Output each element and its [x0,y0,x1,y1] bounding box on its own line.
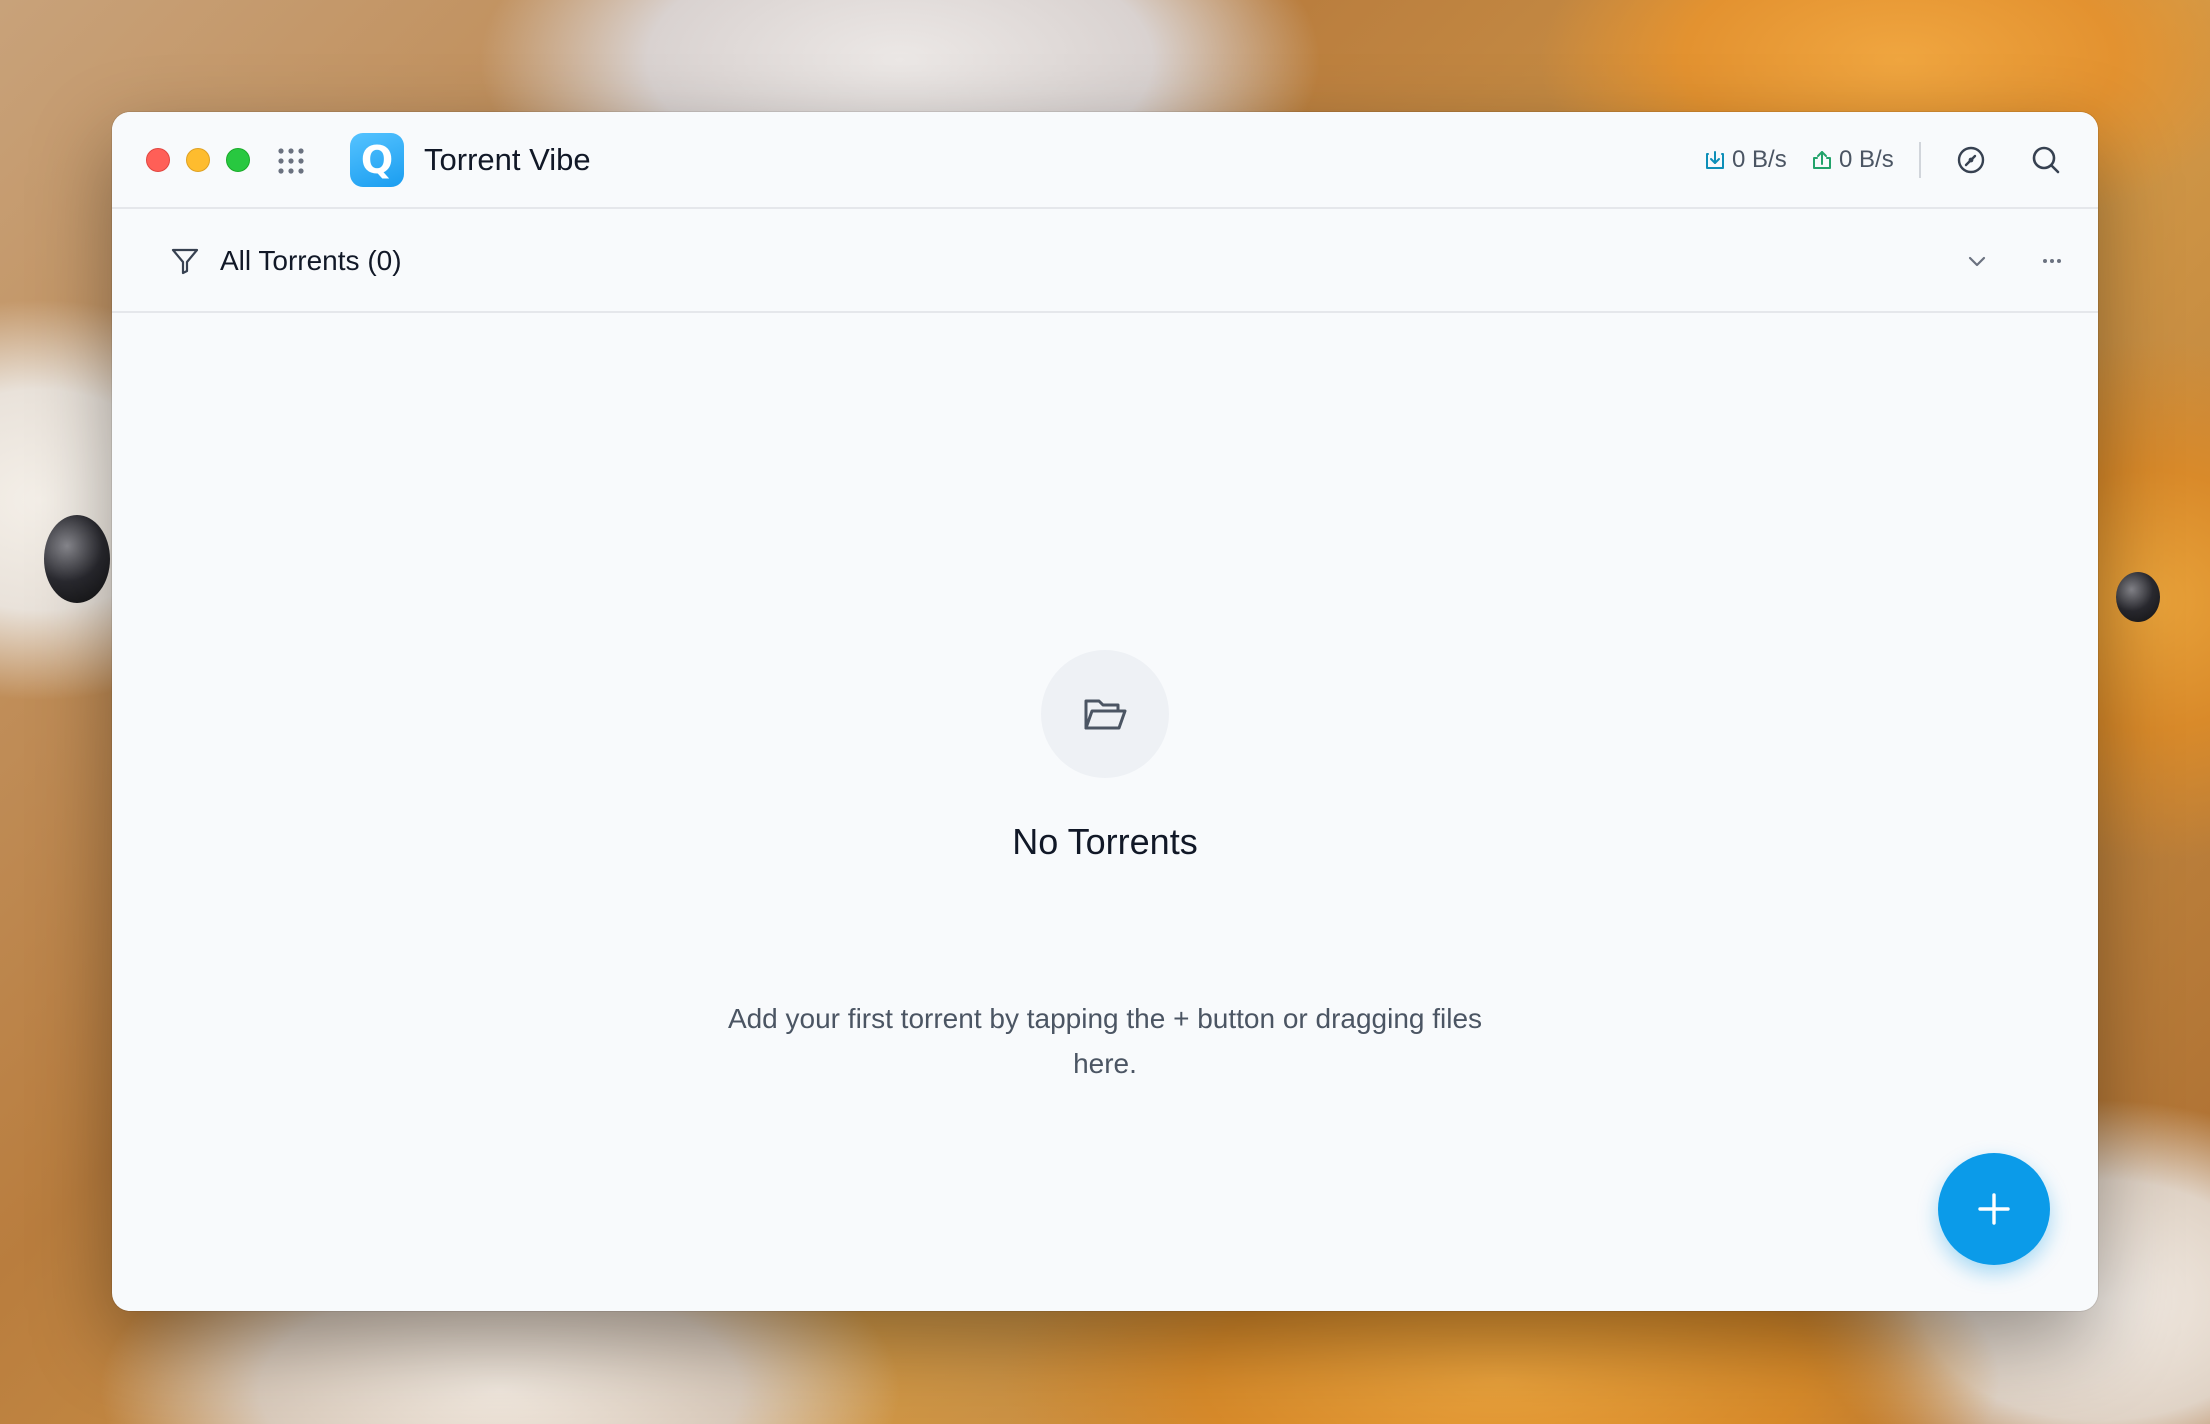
plus-icon [1978,1193,2010,1225]
apps-grid-icon[interactable] [276,146,306,176]
filter-label[interactable]: All Torrents (0) [220,241,402,281]
download-speed-value: 0 B/s [1732,146,1787,173]
filter-bar: All Torrents (0) [112,209,2098,313]
search-icon [2032,146,2060,174]
empty-state-message: Add your first torrent by tapping the + … [727,1003,1483,1079]
app-title: Torrent Vibe [424,142,591,177]
folder-open-icon [1084,699,1127,730]
window-close-button[interactable] [146,148,170,172]
window-zoom-button[interactable] [226,148,250,172]
filter-dropdown-button[interactable] [1958,242,1996,280]
app-window: Q Torrent Vibe 0 B/s 0 B/s All Torrents … [112,112,2098,1311]
app-logo-letter: Q [360,138,394,182]
add-torrent-button[interactable] [1938,1153,2050,1265]
upload-icon [1813,151,1831,169]
chevron-down-icon [1968,256,1986,267]
wallpaper-detail [2116,572,2160,622]
download-icon [1706,151,1724,169]
filter-icon[interactable] [170,246,200,276]
more-options-button[interactable] [2033,242,2071,280]
more-icon [2043,259,2061,263]
empty-state-title: No Torrents [1012,821,1198,862]
title-bar: Q Torrent Vibe 0 B/s 0 B/s [112,112,2098,209]
wallpaper-detail [44,515,110,603]
download-speed: 0 B/s [1704,142,1787,178]
speed-limit-button[interactable] [1951,140,1991,180]
empty-state-icon-circle [1041,650,1169,778]
search-button[interactable] [2026,140,2066,180]
upload-speed-value: 0 B/s [1839,146,1894,173]
speed-limit-icon [1957,146,1985,174]
window-minimize-button[interactable] [186,148,210,172]
upload-speed: 0 B/s [1811,142,1894,178]
toolbar-divider [1919,142,1921,178]
app-logo: Q [350,133,404,187]
